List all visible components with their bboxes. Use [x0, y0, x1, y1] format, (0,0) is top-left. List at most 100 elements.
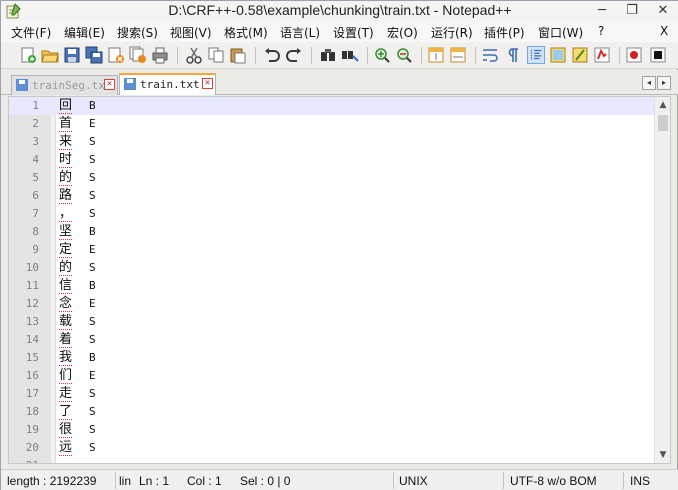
editor-line[interactable]: 6 路 S	[9, 187, 657, 205]
editor-line[interactable]: 11 信 B	[9, 277, 657, 295]
menu-macro[interactable]: 宏(O)	[387, 24, 418, 41]
menu-run[interactable]: 运行(R)	[431, 24, 473, 41]
toolbar-separator	[177, 47, 178, 64]
toolbar-separator	[619, 47, 620, 64]
close-all-icon[interactable]	[129, 46, 147, 64]
scroll-down-button[interactable]: ▼	[655, 447, 670, 463]
sync-horizontal-icon[interactable]	[449, 46, 467, 64]
menu-view[interactable]: 视图(V)	[170, 24, 212, 41]
toolbar-separator	[311, 47, 312, 64]
line-tag: B	[89, 225, 96, 238]
editor-line[interactable]: 3 来 S	[9, 133, 657, 151]
menu-edit[interactable]: 编辑(E)	[64, 24, 105, 41]
function-list-icon[interactable]	[571, 46, 589, 64]
status-line-number: Ln : 1	[139, 474, 170, 488]
tab-close-icon[interactable]: ✕	[104, 79, 115, 90]
tab-close-icon[interactable]: ✕	[202, 78, 213, 89]
line-character: 的	[59, 170, 73, 186]
new-file-icon[interactable]	[19, 46, 37, 64]
folder-workspace-icon[interactable]	[593, 46, 611, 64]
tab-label: trainSeg.txt	[32, 79, 112, 92]
editor-line[interactable]: 14 着 S	[9, 331, 657, 349]
undo-icon[interactable]	[263, 46, 281, 64]
menu-help[interactable]: ?	[598, 24, 604, 38]
find-icon[interactable]	[319, 46, 337, 64]
status-column: Col : 1	[187, 474, 222, 488]
cut-icon[interactable]	[185, 46, 203, 64]
tab-scroll-left-button[interactable]: ◂	[642, 76, 656, 90]
close-window-button[interactable]: ✕	[648, 1, 678, 21]
editor-line[interactable]: 19 很 S	[9, 421, 657, 439]
menu-plugins[interactable]: 插件(P)	[484, 24, 525, 41]
record-macro-icon[interactable]	[625, 46, 643, 64]
tab-trainseg[interactable]: trainSeg.txt ✕	[11, 75, 118, 95]
line-tag: S	[89, 189, 96, 202]
editor-line[interactable]: 1 回 B	[9, 97, 657, 115]
minimize-button[interactable]: ─	[587, 1, 617, 21]
tab-train[interactable]: train.txt ✕	[119, 73, 216, 95]
save-icon[interactable]	[63, 46, 81, 64]
sync-vertical-icon[interactable]	[427, 46, 445, 64]
line-character: 载	[59, 314, 73, 330]
line-tag: E	[89, 117, 96, 130]
line-number: 19	[25, 423, 39, 436]
line-number: 17	[25, 387, 39, 400]
title-bar[interactable]: D:\CRF++-0.58\example\chunking\train.txt…	[1, 1, 678, 22]
editor-line[interactable]: 2 首 E	[9, 115, 657, 133]
menu-language[interactable]: 语言(L)	[280, 24, 320, 41]
editor-line[interactable]: 8 坚 B	[9, 223, 657, 241]
vertical-scrollbar[interactable]: ▲ ▼	[654, 97, 670, 463]
menu-file[interactable]: 文件(F)	[11, 24, 51, 41]
scroll-thumb[interactable]	[658, 115, 668, 131]
print-icon[interactable]	[151, 46, 169, 64]
open-file-icon[interactable]	[41, 46, 59, 64]
editor-line[interactable]: 17 走 S	[9, 385, 657, 403]
redo-icon[interactable]	[285, 46, 303, 64]
editor-line[interactable]: 9 定 E	[9, 241, 657, 259]
status-eol-format[interactable]: UNIX	[399, 474, 428, 488]
line-character: 回	[59, 98, 73, 114]
editor-line[interactable]: 21	[9, 457, 657, 463]
zoom-out-icon[interactable]	[395, 46, 413, 64]
save-all-icon[interactable]	[85, 46, 103, 64]
editor-line[interactable]: 18 了 S	[9, 403, 657, 421]
close-icon[interactable]	[107, 46, 125, 64]
menu-settings[interactable]: 设置(T)	[333, 24, 374, 41]
editor-line[interactable]: 15 我 B	[9, 349, 657, 367]
status-length: length : 2192239	[7, 474, 97, 488]
editor-line[interactable]: 16 们 E	[9, 367, 657, 385]
restore-button[interactable]: ❐	[617, 1, 647, 21]
editor-line[interactable]: 12 念 E	[9, 295, 657, 313]
copy-icon[interactable]	[207, 46, 225, 64]
status-encoding[interactable]: UTF-8 w/o BOM	[510, 474, 597, 488]
menu-search[interactable]: 搜索(S)	[117, 24, 158, 41]
line-number: 7	[32, 207, 39, 220]
menu-window[interactable]: 窗口(W)	[538, 24, 583, 41]
line-number: 2	[32, 117, 39, 130]
close-document-button[interactable]: X	[660, 24, 668, 38]
show-all-chars-icon[interactable]	[503, 46, 521, 64]
line-tag: S	[89, 207, 96, 220]
menu-format[interactable]: 格式(M)	[224, 24, 268, 41]
editor-line[interactable]: 5 的 S	[9, 169, 657, 187]
editor-line[interactable]: 20 远 S	[9, 439, 657, 457]
stop-record-icon[interactable]	[649, 46, 667, 64]
editor-area[interactable]: 1 回 B 2 首 E 3 来 S 4 时 S 5 的 S 6 路 S 7， S 8 坚 B 9 定 E 10 的 S 11 信 B 12 念 E 1…	[8, 96, 671, 464]
toolbar-separator	[367, 47, 368, 64]
word-wrap-icon[interactable]	[481, 46, 499, 64]
editor-line[interactable]: 4 时 S	[9, 151, 657, 169]
doc-map-icon[interactable]	[549, 46, 567, 64]
scroll-up-button[interactable]: ▲	[655, 97, 670, 113]
line-tag: S	[89, 261, 96, 274]
editor-line[interactable]: 7 ， S	[9, 205, 657, 223]
line-tag: E	[89, 369, 96, 382]
editor-line[interactable]: 10 的 S	[9, 259, 657, 277]
status-insert-mode[interactable]: INS	[630, 474, 650, 488]
replace-icon[interactable]	[341, 46, 359, 64]
paste-icon[interactable]	[229, 46, 247, 64]
editor-line[interactable]: 13 载 S	[9, 313, 657, 331]
indent-guide-icon[interactable]	[527, 46, 545, 64]
line-tag: S	[89, 405, 96, 418]
zoom-in-icon[interactable]	[373, 46, 391, 64]
tab-scroll-right-button[interactable]: ▸	[657, 76, 671, 90]
